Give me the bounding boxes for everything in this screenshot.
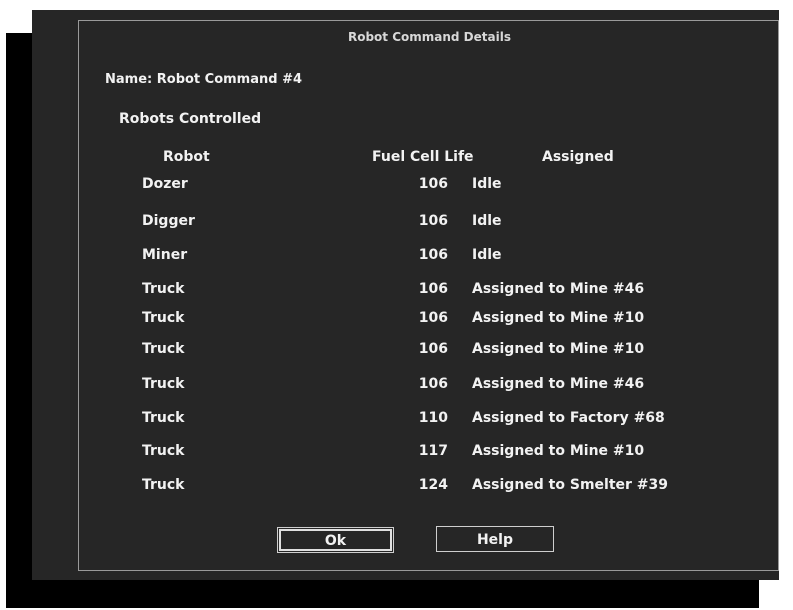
fuel-cell-life-cell: 106 xyxy=(418,310,448,326)
robot-cell: Truck xyxy=(142,477,185,493)
fuel-cell-life-cell: 110 xyxy=(418,410,448,426)
robot-cell: Truck xyxy=(142,281,185,297)
fuel-cell-life-cell: 106 xyxy=(418,376,448,392)
assigned-cell: Idle xyxy=(472,176,502,192)
ok-button[interactable]: Ok xyxy=(277,527,394,553)
help-button[interactable]: Help xyxy=(436,526,554,552)
assigned-cell: Assigned to Factory #68 xyxy=(472,410,665,426)
name-value: Robot Command #4 xyxy=(156,72,303,87)
name-label: Name: xyxy=(105,72,153,87)
fuel-cell-life-cell: 124 xyxy=(418,477,448,493)
fuel-cell-life-cell: 106 xyxy=(418,176,448,192)
fuel-cell-life-cell: 106 xyxy=(418,341,448,357)
fuel-cell-life-cell: 106 xyxy=(418,247,448,263)
assigned-cell: Assigned to Mine #46 xyxy=(472,281,645,297)
robot-cell: Truck xyxy=(142,443,185,459)
robot-cell: Miner xyxy=(142,247,188,263)
assigned-cell: Idle xyxy=(472,247,502,263)
robot-cell: Dozer xyxy=(142,176,188,192)
robot-cell: Digger xyxy=(142,213,195,229)
column-header-assigned: Assigned xyxy=(542,149,614,165)
column-header-robot: Robot xyxy=(163,149,210,165)
assigned-cell: Assigned to Mine #46 xyxy=(472,376,645,392)
assigned-cell: Idle xyxy=(472,213,502,229)
fuel-cell-life-cell: 106 xyxy=(418,213,448,229)
dialog-frame: Robot Command Details Name: Robot Comman… xyxy=(78,20,779,571)
assigned-cell: Assigned to Mine #10 xyxy=(472,341,645,357)
robot-cell: Truck xyxy=(142,310,185,326)
dialog-title: Robot Command Details xyxy=(347,30,511,44)
robot-cell: Truck xyxy=(142,410,185,426)
fuel-cell-life-cell: 117 xyxy=(418,443,448,459)
robot-cell: Truck xyxy=(142,341,185,357)
assigned-cell: Assigned to Smelter #39 xyxy=(472,477,669,493)
assigned-cell: Assigned to Mine #10 xyxy=(472,443,645,459)
fuel-cell-life-cell: 106 xyxy=(418,281,448,297)
column-header-fuel-cell-life: Fuel Cell Life xyxy=(372,149,474,165)
assigned-cell: Assigned to Mine #10 xyxy=(472,310,645,326)
command-name-row: Name: Robot Command #4 xyxy=(105,72,302,88)
robot-cell: Truck xyxy=(142,376,185,392)
robots-controlled-label: Robots Controlled xyxy=(119,111,262,127)
